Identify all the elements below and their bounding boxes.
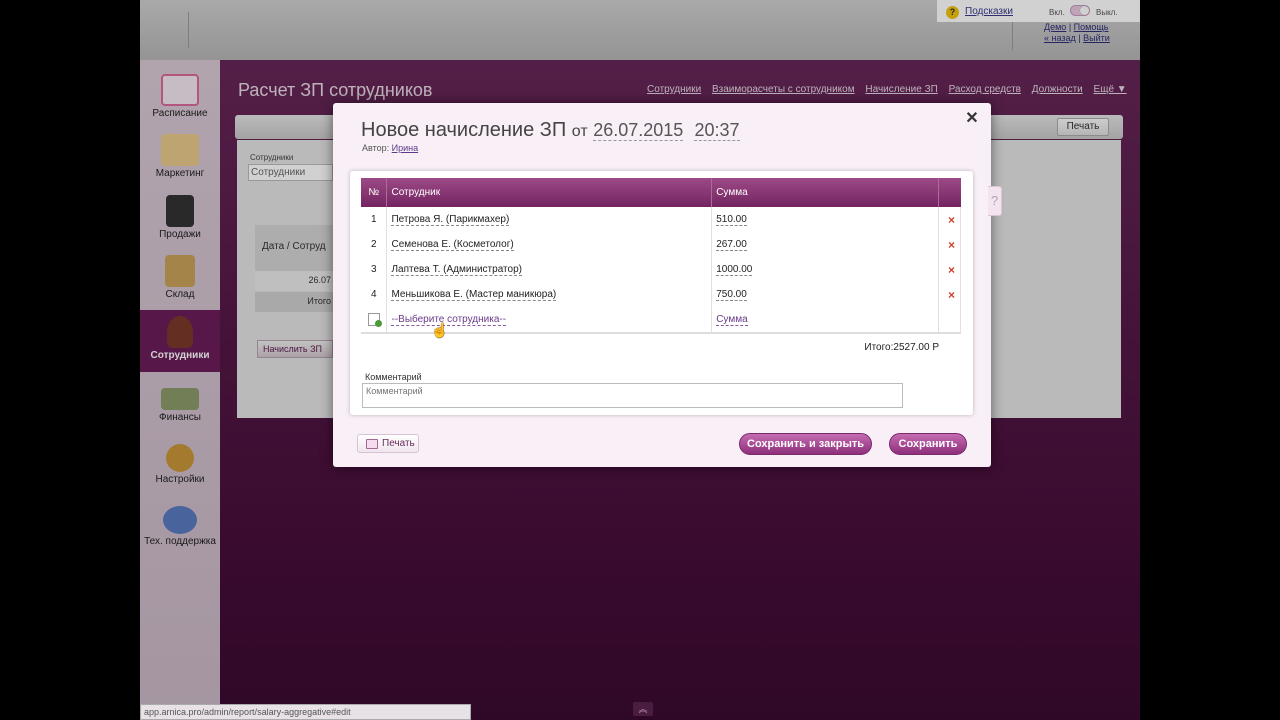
save-and-close-button[interactable]: Сохранить и закрыть [739,433,872,455]
salary-modal: ✕ Новое начисление ЗП от 26.07.2015 20:3… [333,103,1002,467]
status-url: app.arnica.pro/admin/report/salary-aggre… [140,704,471,720]
time-field[interactable]: 20:37 [694,120,740,141]
close-icon[interactable]: ✕ [963,110,981,128]
sum-cell: 750.00 [711,282,939,307]
employee-name[interactable]: Петрова Я. (Парикмахер) [391,214,510,226]
print-button[interactable]: Печать [357,434,419,453]
delete-icon[interactable]: × [938,257,962,282]
employee-select[interactable]: --Выберите сотрудника-- [391,314,507,326]
row-number: 4 [361,282,388,307]
author: Автор: Ирина [362,143,418,153]
employee-cell: Меньшикова Е. (Мастер маникюра) [386,282,713,307]
empty-cell [938,307,962,332]
scroll-up-icon[interactable]: ︽ [633,702,653,716]
new-row: --Выберите сотрудника-- Сумма [361,307,962,332]
table-row: 3 Лаптева Т. (Администратор) 1000.00 × [361,257,962,282]
employee-name[interactable]: Меньшикова Е. (Мастер маникюра) [391,289,557,301]
add-row-cell [361,307,388,332]
author-link[interactable]: Ирина [392,143,418,153]
table-row: 1 Петрова Я. (Парикмахер) 510.00 × [361,207,962,232]
column-header-employee: Сотрудник [386,178,713,207]
divider [361,332,961,334]
column-header-sum: Сумма [711,178,939,207]
comment-field[interactable] [362,383,903,408]
comment-label: Комментарий [365,372,422,382]
row-number: 3 [361,257,388,282]
add-row-icon[interactable] [367,313,382,327]
total-label: Итого:2527.00 Р [864,342,939,353]
delete-icon[interactable]: × [938,232,962,257]
row-number: 1 [361,207,388,232]
modal-title: Новое начисление ЗП от 26.07.2015 20:37 [361,119,740,142]
delete-icon[interactable]: × [938,207,962,232]
modal-title-text: Новое начисление ЗП [361,119,567,141]
sum-cell: 510.00 [711,207,939,232]
sum-cell: 1000.00 [711,257,939,282]
sum-value[interactable]: 510.00 [716,214,747,226]
employee-name[interactable]: Лаптева Т. (Администратор) [391,264,522,276]
sum-cell: 267.00 [711,232,939,257]
sum-cell: Сумма [711,307,939,332]
print-label: Печать [382,438,415,449]
date-field[interactable]: 26.07.2015 [593,120,684,141]
salary-table: № Сотрудник Сумма 1 Петрова Я. (Парикмах… [361,178,962,332]
table-row: 2 Семенова Е. (Косметолог) 267.00 × [361,232,962,257]
sum-value[interactable]: 1000.00 [716,264,753,276]
table-panel: № Сотрудник Сумма 1 Петрова Я. (Парикмах… [350,171,973,415]
employee-cell: Петрова Я. (Парикмахер) [386,207,713,232]
author-label: Автор: [362,143,390,153]
help-button[interactable]: ? [988,186,1002,216]
sum-value[interactable]: 750.00 [716,289,747,301]
sum-input[interactable]: Сумма [716,314,748,326]
table-row: 4 Меньшикова Е. (Мастер маникюра) 750.00… [361,282,962,307]
employee-cell: Семенова Е. (Косметолог) [386,232,713,257]
employee-name[interactable]: Семенова Е. (Косметолог) [391,239,514,251]
row-number: 2 [361,232,388,257]
hand-cursor-icon: ☝ [431,322,449,338]
sum-value[interactable]: 267.00 [716,239,747,251]
printer-icon [366,439,378,449]
from-label: от [571,123,588,140]
column-header-num: № [361,178,388,207]
save-button[interactable]: Сохранить [889,433,967,455]
delete-icon[interactable]: × [938,282,962,307]
column-header-actions [938,178,961,207]
employee-cell: Лаптева Т. (Администратор) [386,257,713,282]
